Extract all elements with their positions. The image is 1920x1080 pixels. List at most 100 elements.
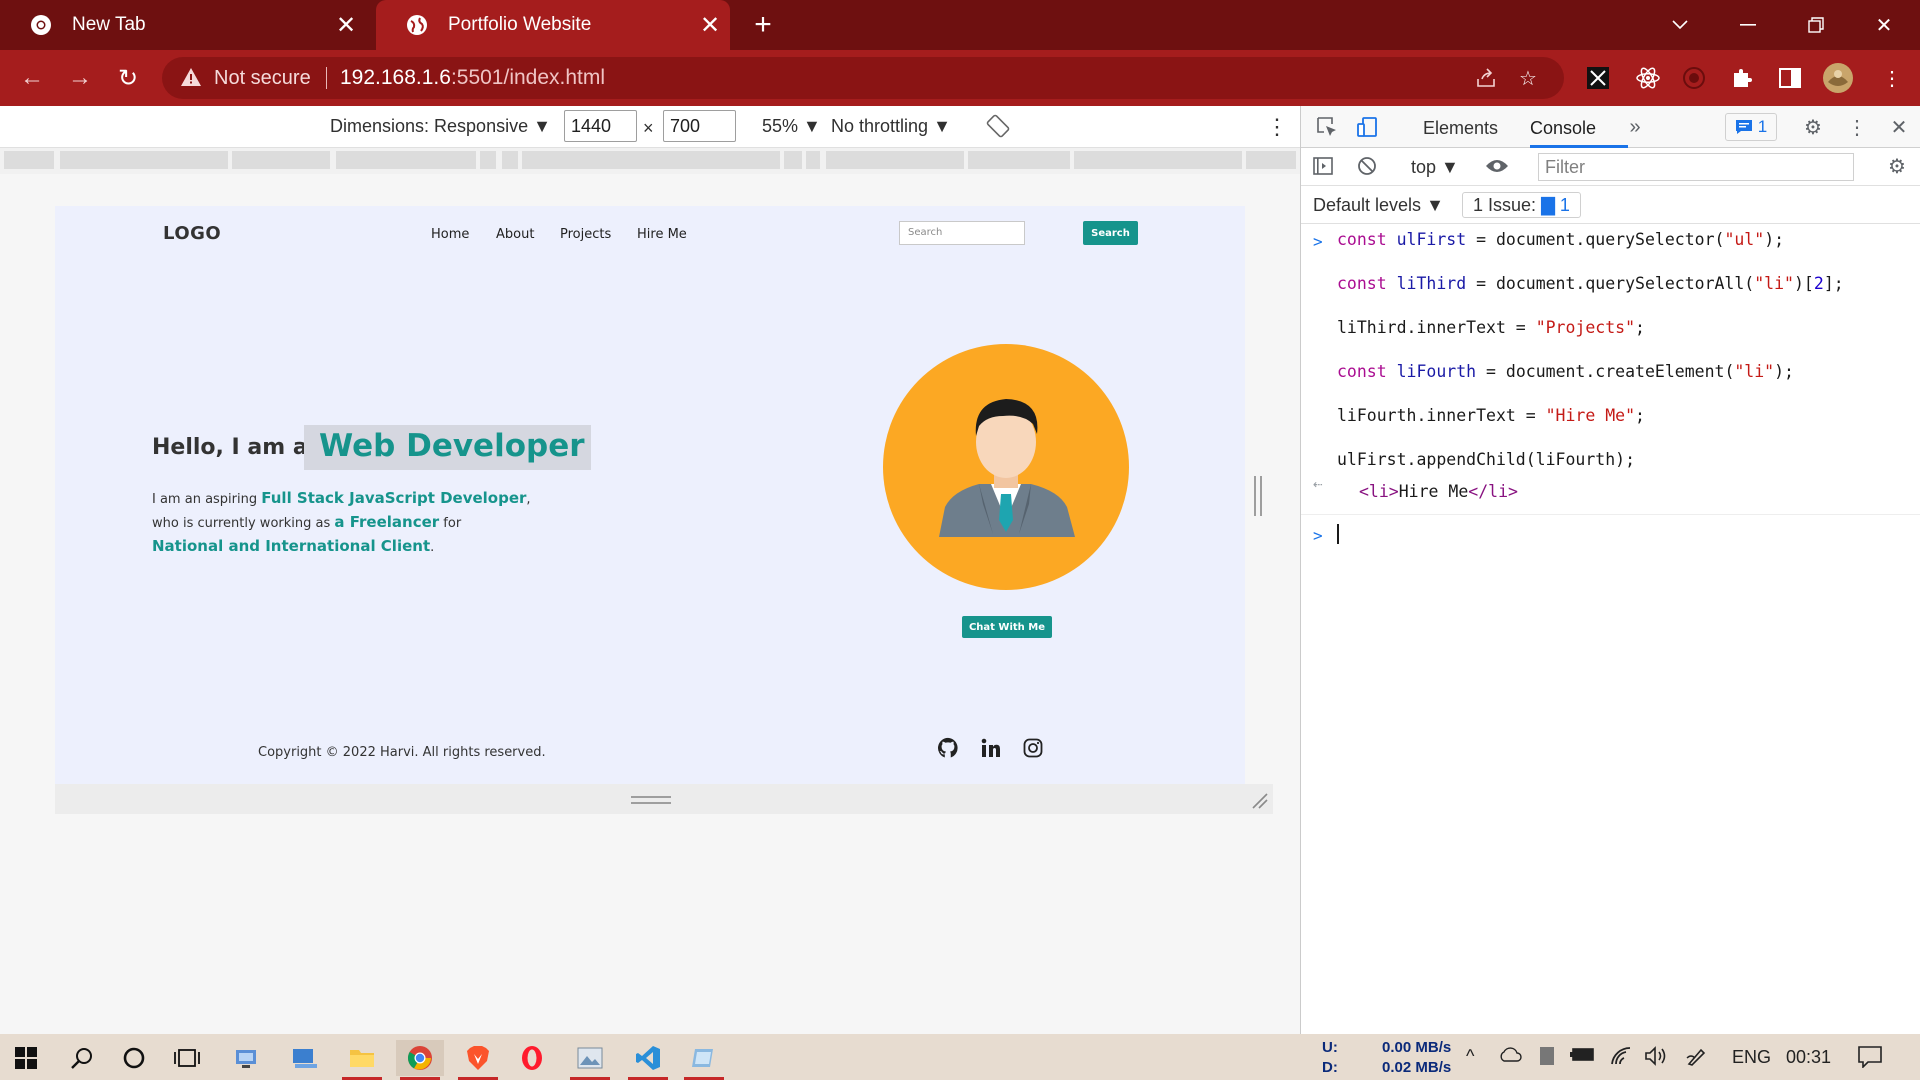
notification-center-icon[interactable] — [1858, 1046, 1882, 1073]
record-extension-icon[interactable] — [1678, 62, 1710, 94]
tab-elements[interactable]: Elements — [1423, 118, 1498, 139]
site-search-button[interactable]: Search — [1083, 221, 1138, 245]
media-query-segment[interactable] — [60, 151, 228, 169]
inspect-element-icon[interactable] — [1315, 115, 1339, 139]
network-app-icon[interactable] — [222, 1040, 270, 1076]
media-query-segment[interactable] — [1246, 151, 1296, 169]
media-query-segment[interactable] — [232, 151, 330, 169]
github-icon[interactable] — [936, 736, 960, 760]
reload-icon[interactable]: ↻ — [112, 62, 144, 94]
security-label[interactable]: Not secure — [214, 67, 311, 90]
issues-button[interactable]: 1 Issue: ▇ 1 — [1462, 192, 1581, 218]
new-tab-plus-icon[interactable]: + — [748, 10, 778, 40]
nav-hire-me[interactable]: Hire Me — [637, 227, 687, 242]
search-icon[interactable] — [58, 1040, 106, 1076]
issues-badge[interactable]: 1 — [1725, 113, 1777, 141]
close-devtools-icon[interactable]: ✕ — [1887, 115, 1911, 139]
media-query-bar[interactable] — [0, 148, 1300, 174]
pen-input-icon[interactable] — [1686, 1046, 1708, 1071]
device-tray-icon[interactable] — [1538, 1046, 1556, 1071]
file-explorer-icon[interactable] — [338, 1040, 386, 1080]
profile-avatar[interactable] — [1822, 62, 1854, 94]
start-windows-icon[interactable] — [2, 1040, 50, 1076]
computer-app-icon[interactable] — [280, 1040, 328, 1076]
language-indicator[interactable]: ENG — [1732, 1047, 1771, 1068]
tab-search-chevron-icon[interactable] — [1660, 8, 1700, 42]
image-viewer-icon[interactable] — [566, 1040, 614, 1080]
forward-icon[interactable]: → — [64, 62, 96, 94]
settings-gear-icon[interactable]: ⚙ — [1801, 115, 1825, 139]
task-view-icon[interactable] — [163, 1040, 211, 1076]
more-tabs-chevron-icon[interactable]: » — [1623, 115, 1647, 139]
wifi-icon[interactable] — [1610, 1046, 1632, 1071]
linkedin-icon[interactable] — [979, 736, 1003, 760]
device-toggle-icon[interactable] — [1355, 115, 1379, 139]
resize-height-handle[interactable] — [631, 796, 671, 804]
tab-console[interactable]: Console — [1530, 118, 1596, 139]
back-icon[interactable]: ← — [16, 62, 48, 94]
media-query-segment[interactable] — [522, 151, 780, 169]
vscode-icon[interactable] — [624, 1040, 672, 1080]
share-icon[interactable] — [1470, 62, 1502, 94]
console-input-caret[interactable] — [1337, 524, 1339, 544]
media-query-segment[interactable] — [784, 151, 802, 169]
zoom-dropdown[interactable]: 55% ▼ — [762, 116, 821, 137]
live-expression-eye-icon[interactable] — [1485, 154, 1509, 178]
media-query-segment[interactable] — [1074, 151, 1242, 169]
resize-corner-icon[interactable] — [1249, 790, 1269, 810]
sidebar-toggle-icon[interactable] — [1311, 154, 1335, 178]
restore-icon[interactable] — [1796, 8, 1836, 42]
media-query-segment[interactable] — [4, 151, 54, 169]
media-query-segment[interactable] — [480, 151, 496, 169]
width-input[interactable] — [564, 110, 637, 142]
media-query-segment[interactable] — [502, 151, 518, 169]
console-settings-gear-icon[interactable]: ⚙ — [1885, 154, 1909, 178]
devtools-menu-icon[interactable]: ⋮ — [1845, 115, 1869, 139]
nav-home[interactable]: Home — [431, 227, 469, 242]
nav-projects[interactable]: Projects — [560, 227, 611, 242]
url-text[interactable]: 192.168.1.6:5501/index.html — [340, 66, 605, 90]
volume-icon[interactable] — [1644, 1046, 1668, 1071]
side-panel-icon[interactable] — [1774, 62, 1806, 94]
close-window-icon[interactable]: ✕ — [1864, 8, 1904, 42]
opera-browser-icon[interactable] — [508, 1040, 556, 1076]
media-query-segment[interactable] — [806, 151, 820, 169]
clock-time[interactable]: 00:31 — [1786, 1047, 1831, 1068]
site-logo[interactable]: LOGO — [163, 223, 221, 244]
media-query-segment[interactable] — [968, 151, 1070, 169]
extension-ai-icon[interactable] — [1582, 62, 1614, 94]
context-selector[interactable]: top ▼ — [1411, 157, 1459, 178]
dimensions-dropdown[interactable]: Dimensions: Responsive ▼ — [330, 116, 551, 137]
cortana-icon[interactable] — [110, 1040, 158, 1076]
site-search-input[interactable]: Search — [899, 221, 1025, 245]
battery-icon[interactable] — [1570, 1046, 1596, 1067]
chrome-taskbar-icon[interactable] — [396, 1040, 444, 1080]
chat-with-me-button[interactable]: Chat With Me — [962, 616, 1052, 638]
media-query-segment[interactable] — [826, 151, 964, 169]
device-more-options-icon[interactable]: ⋮ — [1266, 114, 1288, 140]
throttling-dropdown[interactable]: No throttling ▼ — [831, 116, 951, 137]
media-query-segment[interactable] — [336, 151, 476, 169]
rotate-icon[interactable] — [986, 114, 1010, 138]
height-input[interactable] — [663, 110, 736, 142]
close-tab-icon[interactable]: ✕ — [334, 12, 358, 39]
brave-browser-icon[interactable] — [454, 1040, 502, 1080]
tab-new-tab[interactable]: New Tab ✕ — [0, 0, 366, 50]
instagram-icon[interactable] — [1021, 736, 1045, 760]
nav-about[interactable]: About — [496, 227, 534, 242]
bookmark-star-icon[interactable]: ☆ — [1512, 62, 1544, 94]
console-result[interactable]: <li>Hire Me</li> — [1359, 482, 1518, 501]
onedrive-cloud-icon[interactable] — [1498, 1046, 1522, 1067]
react-devtools-icon[interactable] — [1632, 62, 1664, 94]
resize-width-handle[interactable] — [1254, 476, 1262, 516]
extensions-puzzle-icon[interactable] — [1726, 62, 1758, 94]
clear-console-icon[interactable] — [1355, 154, 1379, 178]
tab-portfolio-website[interactable]: Portfolio Website ✕ — [376, 0, 730, 50]
tray-chevron-up-icon[interactable]: ^ — [1466, 1046, 1474, 1067]
log-levels-dropdown[interactable]: Default levels ▼ — [1313, 195, 1444, 216]
close-tab-icon[interactable]: ✕ — [698, 12, 722, 39]
minimize-icon[interactable] — [1728, 8, 1768, 42]
browser-menu-icon[interactable]: ⋮ — [1876, 62, 1908, 94]
console-filter-input[interactable]: Filter — [1538, 153, 1854, 181]
address-bar[interactable]: Not secure 192.168.1.6:5501/index.html ☆ — [162, 57, 1564, 99]
